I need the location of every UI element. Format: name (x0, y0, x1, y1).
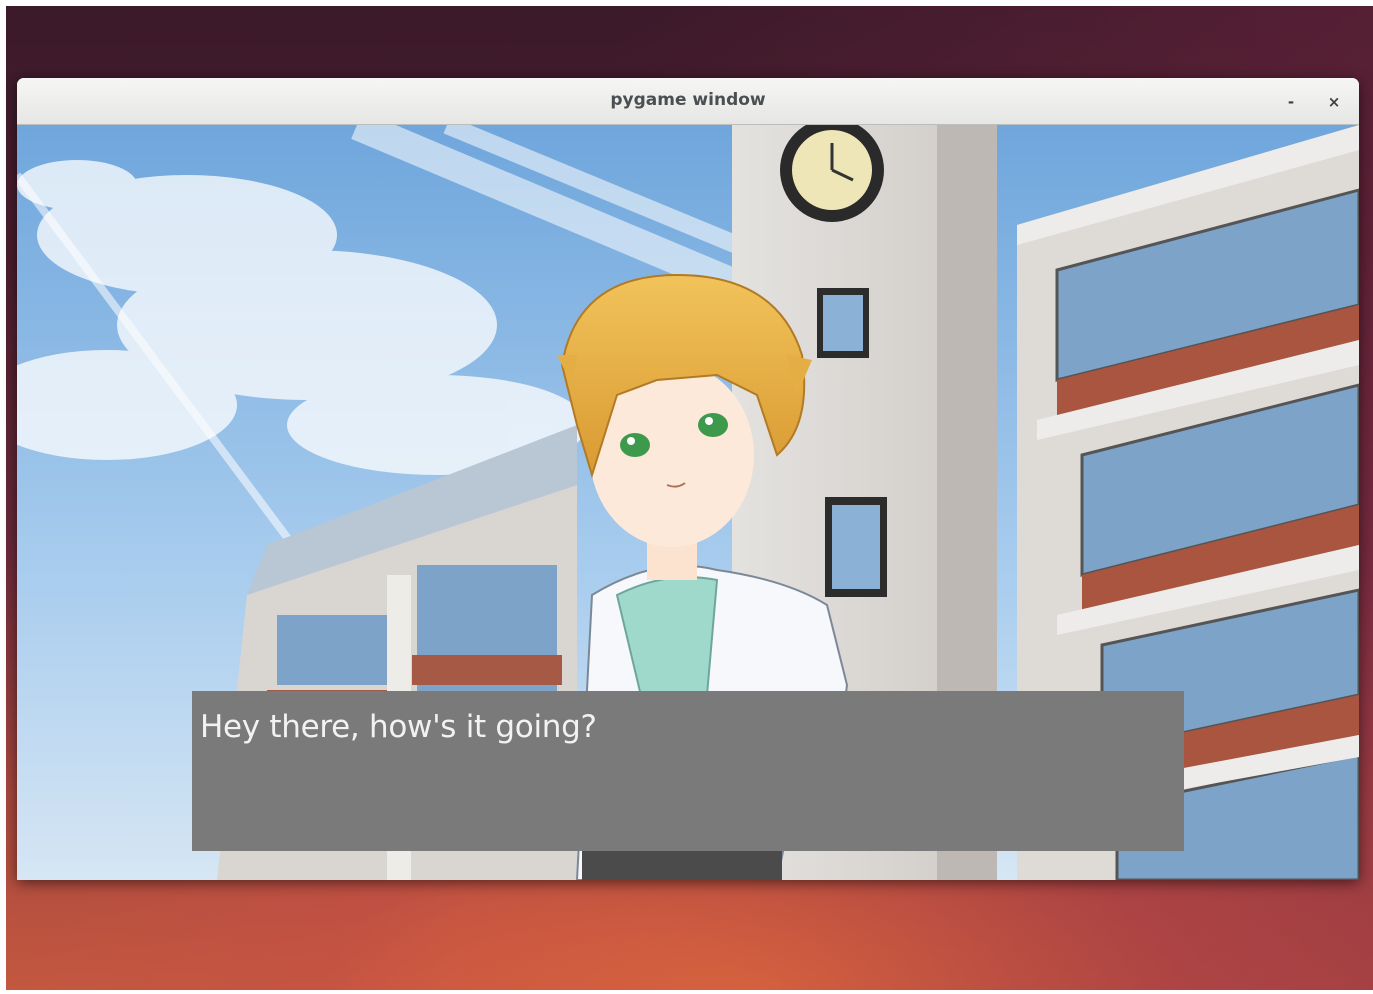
dialog-box: Hey there, how's it going? (192, 691, 1184, 851)
dialog-text: Hey there, how's it going? (200, 709, 597, 745)
window-title: pygame window (610, 90, 766, 110)
close-button[interactable]: × (1322, 91, 1346, 113)
window-titlebar[interactable]: pygame window - × (17, 78, 1359, 125)
pygame-window[interactable]: pygame window - × Hey there, how's it go… (17, 78, 1359, 880)
minimize-button[interactable]: - (1279, 91, 1303, 113)
game-canvas[interactable]: Hey there, how's it going? (17, 125, 1359, 880)
